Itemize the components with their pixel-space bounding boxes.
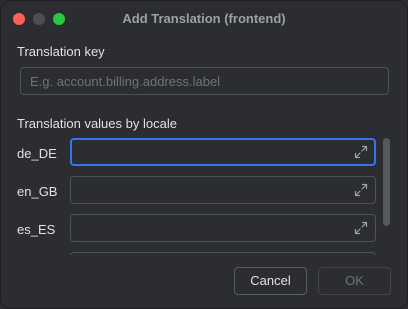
locale-list-scrollbar[interactable] [383, 138, 390, 226]
ok-button[interactable]: OK [318, 267, 391, 295]
expand-arrows-icon[interactable] [354, 221, 368, 235]
locale-label-de-de: de_DE [17, 146, 57, 161]
locale-value-field-es-es[interactable] [70, 214, 376, 242]
locale-value-field-next[interactable] [70, 252, 376, 255]
locale-row-en-gb: en_GB [1, 176, 407, 206]
locale-value-field-de-de[interactable] [70, 138, 376, 166]
translation-key-label: Translation key [17, 44, 105, 59]
title-bar: Add Translation (frontend) [1, 1, 407, 37]
locale-label-es-es: es_ES [17, 222, 56, 237]
expand-arrows-icon[interactable] [354, 145, 368, 159]
translation-values-label: Translation values by locale [17, 116, 177, 131]
locale-label-en-gb: en_GB [17, 184, 58, 199]
expand-arrows-icon[interactable] [354, 183, 368, 197]
translation-key-input[interactable] [20, 67, 389, 95]
locale-row-partial [1, 252, 407, 255]
locale-row-de-de: de_DE [1, 138, 407, 168]
locale-values-list: de_DE en_GB es_ES [1, 133, 407, 255]
dialog-title: Add Translation (frontend) [122, 11, 286, 26]
locale-value-field-en-gb[interactable] [70, 176, 376, 204]
locale-row-es-es: es_ES [1, 214, 407, 244]
cancel-button[interactable]: Cancel [234, 267, 307, 295]
add-translation-dialog: Add Translation (frontend) Translation k… [0, 0, 408, 309]
